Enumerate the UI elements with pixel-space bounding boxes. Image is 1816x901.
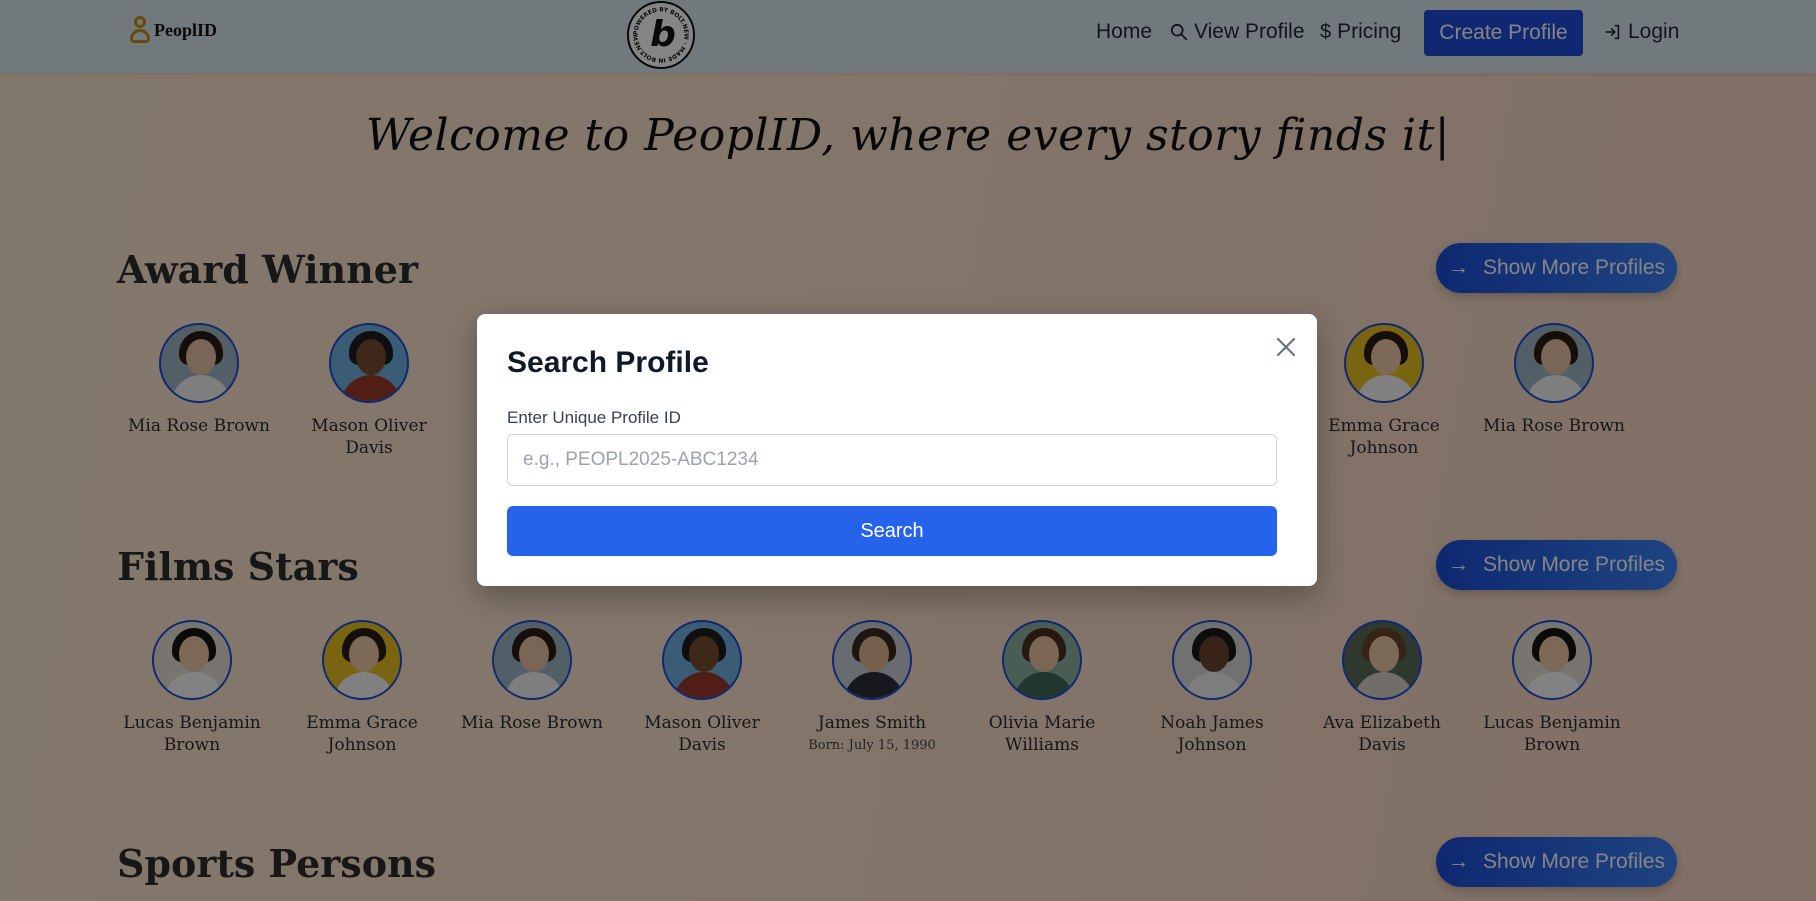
profile-id-input[interactable]: [507, 434, 1277, 486]
search-profile-modal: Search Profile Enter Unique Profile ID S…: [477, 314, 1317, 586]
search-button[interactable]: Search: [507, 506, 1277, 556]
close-icon[interactable]: [1273, 334, 1299, 360]
modal-title: Search Profile: [507, 346, 709, 379]
profile-id-label: Enter Unique Profile ID: [507, 408, 681, 427]
